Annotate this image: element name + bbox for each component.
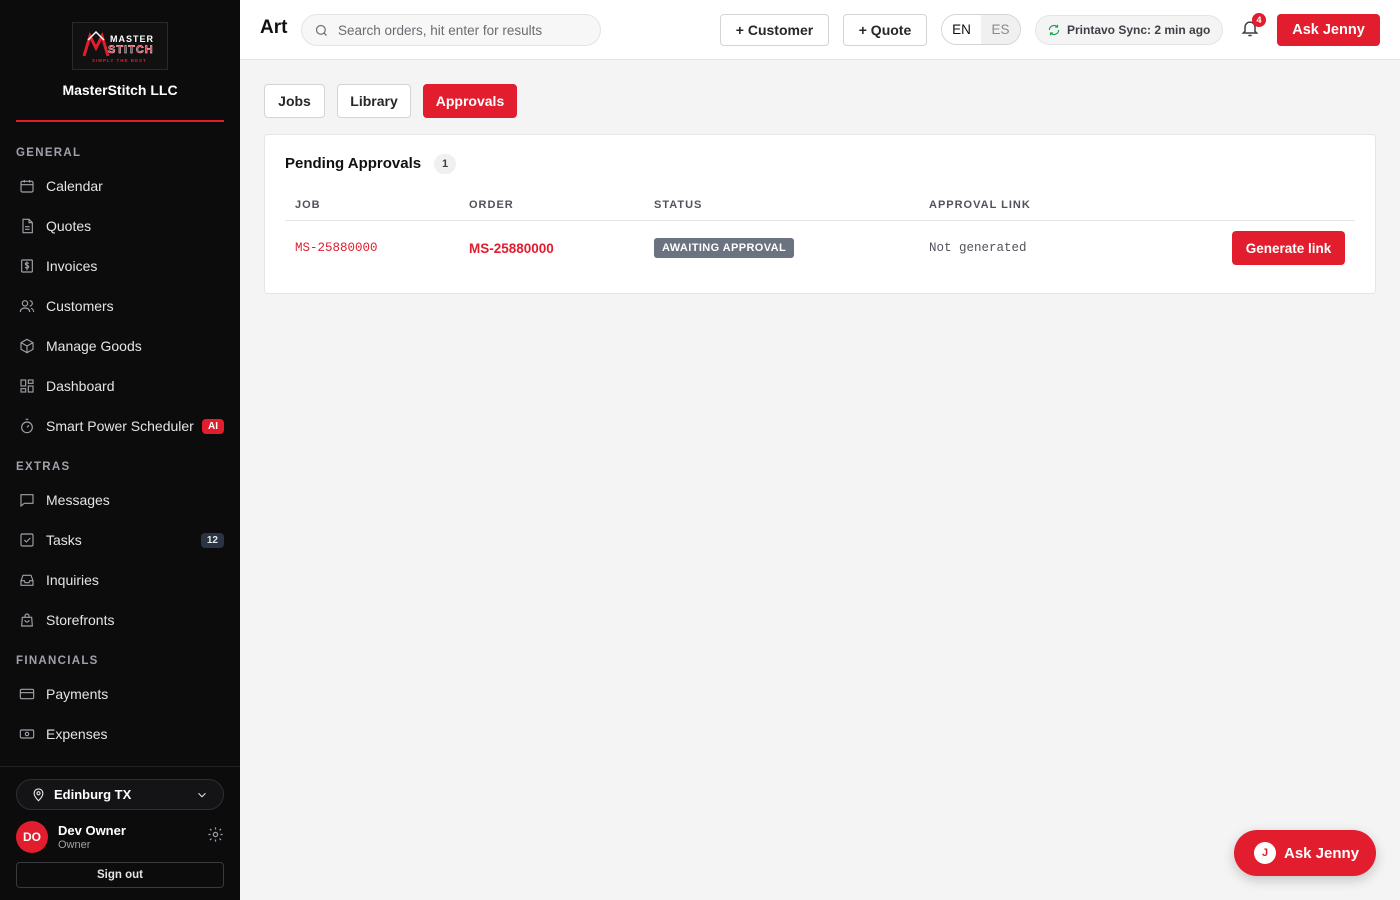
page-title: Art: [260, 17, 288, 38]
timer-icon: [18, 417, 36, 435]
sidebar-item-invoices[interactable]: Invoices: [16, 250, 224, 282]
sidebar-item-expenses[interactable]: Expenses: [16, 718, 224, 750]
sidebar-item-label: Storefronts: [46, 612, 115, 628]
sidebar-item-dashboard[interactable]: Dashboard: [16, 370, 224, 402]
sidebar-item-quotes[interactable]: Quotes: [16, 210, 224, 242]
sidebar-item-label: Messages: [46, 492, 110, 508]
svg-text:STITCH: STITCH: [108, 44, 154, 56]
card-title: Pending Approvals: [285, 155, 422, 172]
location-selector[interactable]: Edinburg TX: [16, 779, 224, 810]
sync-status: Printavo Sync: 2 min ago: [1035, 15, 1223, 45]
search-box: [301, 14, 601, 46]
sidebar-item-label: Payments: [46, 686, 109, 702]
column-header-order: ORDER: [469, 199, 514, 211]
approval-link-value: Not generated: [929, 241, 1027, 255]
users-icon: [18, 297, 36, 315]
order-number-link[interactable]: MS-25880000: [469, 241, 554, 256]
search-input[interactable]: [338, 22, 588, 38]
sidebar-item-manage-goods[interactable]: Manage Goods: [16, 330, 224, 362]
map-pin-icon: [31, 787, 46, 802]
job-number-link[interactable]: MS-25880000: [295, 241, 378, 255]
calendar-icon: [18, 177, 36, 195]
checkbox-icon: [18, 531, 36, 549]
generate-link-button[interactable]: Generate link: [1232, 231, 1345, 265]
user-name: Dev Owner: [58, 823, 126, 838]
company-logo: MASTER STITCH SIMPLY THE BEST: [72, 22, 168, 70]
top-header: Art + Customer + Quote EN ES Printavo Sy…: [240, 0, 1400, 60]
user-profile: DO Dev Owner Owner: [16, 820, 224, 854]
section-extras: EXTRAS: [16, 461, 71, 473]
document-icon: [18, 217, 36, 235]
column-header-approval-link: APPROVAL LINK: [929, 199, 1031, 211]
sidebar-item-messages[interactable]: Messages: [16, 484, 224, 516]
svg-text:MASTER: MASTER: [110, 34, 154, 44]
sidebar-item-smart-power-scheduler[interactable]: Smart Power Scheduler AI: [16, 410, 224, 442]
section-financials: FINANCIALS: [16, 655, 99, 667]
company-name: MasterStitch LLC: [62, 82, 178, 98]
ai-badge: AI: [202, 418, 224, 434]
language-toggle: EN ES: [941, 14, 1021, 45]
chevron-down-icon: [195, 788, 209, 802]
svg-text:SIMPLY THE BEST: SIMPLY THE BEST: [92, 58, 147, 63]
box-icon: [18, 337, 36, 355]
sidebar-item-label: Customers: [46, 298, 114, 314]
sidebar-item-customers[interactable]: Customers: [16, 290, 224, 322]
inbox-icon: [18, 571, 36, 589]
tasks-count-badge: 12: [200, 532, 224, 548]
sidebar-item-storefronts[interactable]: Storefronts: [16, 604, 224, 636]
sidebar-footer-divider: [0, 766, 240, 767]
sidebar-item-label: Dashboard: [46, 378, 115, 394]
add-quote-button[interactable]: + Quote: [843, 14, 927, 46]
credit-card-icon: [18, 685, 36, 703]
sidebar-item-inquiries[interactable]: Inquiries: [16, 564, 224, 596]
sidebar-item-calendar[interactable]: Calendar: [16, 170, 224, 202]
sidebar-item-tasks[interactable]: Tasks 12: [16, 524, 224, 556]
user-role: Owner: [58, 839, 91, 851]
sidebar-item-label: Tasks: [46, 532, 82, 548]
table-header-divider: [285, 220, 1355, 221]
add-customer-button[interactable]: + Customer: [720, 14, 829, 46]
sync-status-text: Printavo Sync: 2 min ago: [1067, 23, 1211, 37]
column-header-status: STATUS: [654, 199, 703, 211]
lang-en-button[interactable]: EN: [942, 15, 981, 44]
tab-approvals[interactable]: Approvals: [423, 84, 517, 118]
pending-approvals-card: Pending Approvals 1 JOB ORDER STATUS APP…: [264, 134, 1376, 294]
gear-icon[interactable]: [207, 826, 224, 848]
sidebar-item-label: Manage Goods: [46, 338, 142, 354]
lang-es-button[interactable]: ES: [981, 15, 1020, 44]
sidebar-item-label: Quotes: [46, 218, 92, 234]
tab-jobs[interactable]: Jobs: [264, 84, 325, 118]
sidebar-item-payments[interactable]: Payments: [16, 678, 224, 710]
section-general: GENERAL: [16, 147, 82, 159]
sidebar-item-label: Calendar: [46, 178, 103, 194]
tab-library[interactable]: Library: [337, 84, 411, 118]
sidebar-item-label: Invoices: [46, 258, 98, 274]
ask-jenny-floating-label: Ask Jenny: [1284, 844, 1360, 862]
search-icon: [314, 23, 329, 38]
sidebar: MASTER STITCH SIMPLY THE BEST MasterStit…: [0, 0, 240, 900]
avatar[interactable]: DO: [16, 821, 48, 853]
approvals-count-badge: 1: [434, 154, 456, 174]
dollar-icon: [18, 257, 36, 275]
status-badge: AWAITING APPROVAL: [654, 238, 795, 258]
message-icon: [18, 491, 36, 509]
location-label: Edinburg TX: [54, 787, 132, 802]
column-header-job: JOB: [295, 199, 321, 211]
store-icon: [18, 611, 36, 629]
sidebar-item-label: Smart Power Scheduler: [46, 418, 194, 434]
ask-jenny-floating-button[interactable]: J Ask Jenny: [1234, 830, 1376, 876]
sidebar-item-label: Inquiries: [46, 572, 99, 588]
brand-divider: [16, 120, 224, 122]
notifications-button[interactable]: 4: [1240, 13, 1266, 42]
ask-jenny-button[interactable]: Ask Jenny: [1277, 14, 1380, 46]
banknote-icon: [18, 725, 36, 743]
grid-icon: [18, 377, 36, 395]
sign-out-button[interactable]: Sign out: [16, 862, 224, 888]
refresh-icon: [1047, 23, 1067, 37]
notification-count-badge: 4: [1252, 13, 1266, 27]
jenny-avatar: J: [1254, 842, 1276, 864]
sidebar-item-label: Expenses: [46, 726, 108, 742]
